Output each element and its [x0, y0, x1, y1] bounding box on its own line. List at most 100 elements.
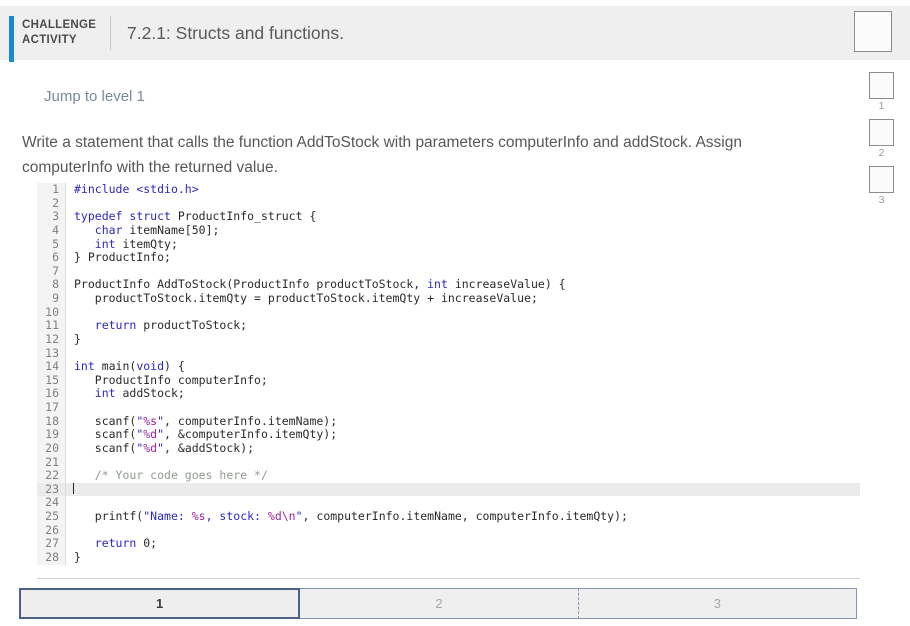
level-tab-1[interactable]: 1 [19, 588, 301, 619]
level-marker[interactable]: 2 [869, 119, 894, 159]
level-tabs: 123 [19, 588, 857, 619]
code-line[interactable]: 20 scanf("%d", &addStock); [37, 441, 860, 456]
header-progress-marker [854, 11, 892, 57]
challenge-activity-header: CHALLENGE ACTIVITY 7.2.1: Structs and fu… [0, 6, 910, 62]
code-line-number: 14 [37, 359, 66, 374]
code-line[interactable]: 2 [37, 196, 860, 211]
code-line-source[interactable] [66, 306, 860, 320]
code-line[interactable]: 13 [37, 346, 860, 361]
code-line[interactable]: 19 scanf("%d", &computerInfo.itemQty); [37, 427, 860, 442]
code-line[interactable]: 11 return productToStock; [37, 318, 860, 333]
code-line-source[interactable]: #include <stdio.h> [66, 183, 860, 197]
code-line-source[interactable]: int itemQty; [66, 237, 860, 252]
code-line-source[interactable]: scanf("%d", &addStock); [66, 441, 860, 456]
code-line[interactable]: 21 [37, 455, 860, 470]
code-line-number: 24 [37, 496, 66, 510]
header-accent-bar [9, 16, 14, 62]
level-marker-number: 1 [878, 100, 885, 112]
code-line-number: 28 [37, 550, 66, 565]
code-line[interactable]: 5 int itemQty; [37, 237, 860, 252]
level-marker[interactable]: 1 [869, 72, 894, 112]
code-line-source[interactable]: ProductInfo AddToStock(ProductInfo produ… [66, 278, 860, 292]
pentagon-banner-icon [869, 166, 894, 193]
code-line-number: 1 [37, 183, 66, 197]
code-line-number: 3 [37, 210, 66, 224]
code-line[interactable]: 14 int main(void) { [37, 359, 860, 374]
code-line-number: 11 [37, 319, 66, 333]
code-line[interactable]: 16 int addStock; [37, 387, 860, 401]
code-line[interactable]: 23 [37, 482, 860, 497]
level-marker[interactable]: 3 [869, 166, 894, 206]
code-line-number: 23 [37, 482, 66, 497]
code-line-source[interactable] [66, 524, 860, 538]
code-line-number: 22 [37, 468, 66, 483]
code-line[interactable]: 27 return 0; [37, 536, 860, 551]
code-line-source[interactable] [66, 496, 860, 510]
code-line[interactable]: 24 [37, 496, 860, 510]
activity-prompt: Write a statement that calls the functio… [22, 134, 742, 176]
code-line-source[interactable]: productToStock.itemQty = productToStock.… [66, 291, 860, 306]
code-line-source[interactable] [66, 456, 860, 470]
code-line-source[interactable]: int addStock; [66, 387, 860, 401]
code-line[interactable]: 10 [37, 305, 860, 320]
code-line-source[interactable] [66, 401, 860, 415]
code-line-source[interactable] [66, 482, 860, 497]
text-cursor [73, 482, 74, 494]
level-tab-3[interactable]: 3 [577, 588, 857, 619]
jump-to-level-link[interactable]: Jump to level 1 [44, 88, 145, 105]
code-line[interactable]: 12} [37, 332, 860, 347]
code-line-number: 12 [37, 332, 66, 347]
code-line[interactable]: 25 printf("Name: %s, stock: %d\n", compu… [37, 509, 860, 524]
code-line-number: 13 [37, 346, 66, 361]
code-line[interactable]: 4 char itemName[50]; [37, 223, 860, 238]
code-editor[interactable]: 1 #include <stdio.h> 2 3 typedef struct Prod… [37, 183, 860, 579]
page-title: 7.2.1: Structs and functions. [127, 22, 344, 43]
code-line-source[interactable] [66, 265, 860, 279]
code-line[interactable]: 8 ProductInfo AddToStock(ProductInfo prod… [37, 278, 860, 292]
level-tab-2[interactable]: 2 [299, 588, 579, 619]
code-line[interactable]: 1 #include <stdio.h> [37, 183, 860, 197]
code-line[interactable]: 7 [37, 264, 860, 279]
code-line-source[interactable] [66, 197, 860, 211]
code-line[interactable]: 9 productToStock.itemQty = productToStoc… [37, 291, 860, 306]
code-line-source[interactable]: int main(void) { [66, 359, 860, 374]
header-divider [110, 16, 111, 50]
activity-type-label: CHALLENGE ACTIVITY [22, 18, 100, 48]
code-line[interactable]: 6} ProductInfo; [37, 250, 860, 265]
code-line-number: 17 [37, 400, 66, 415]
code-line-source[interactable]: } ProductInfo; [66, 250, 860, 265]
code-line-source[interactable]: return productToStock; [66, 318, 860, 333]
code-line[interactable]: 15 ProductInfo computerInfo; [37, 373, 860, 388]
code-line-source[interactable] [66, 347, 860, 361]
code-line-number: 18 [37, 414, 66, 429]
code-line-number: 2 [37, 196, 66, 211]
code-line-source[interactable]: } [66, 550, 860, 565]
code-line-number: 25 [37, 509, 66, 524]
code-line-source[interactable]: ProductInfo computerInfo; [66, 373, 860, 388]
code-line[interactable]: 26 [37, 523, 860, 538]
challenge-activity-page: CHALLENGE ACTIVITY 7.2.1: Structs and fu… [0, 0, 910, 626]
code-line[interactable]: 18 scanf("%s", computerInfo.itemName); [37, 414, 860, 429]
code-line-number: 19 [37, 428, 66, 442]
code-line-number: 15 [37, 373, 66, 388]
code-line-number: 21 [37, 455, 66, 470]
code-line-source[interactable]: scanf("%s", computerInfo.itemName); [66, 414, 860, 429]
code-line[interactable]: 17 [37, 400, 860, 415]
code-line-source[interactable]: return 0; [66, 536, 860, 551]
code-line-source[interactable]: /* Your code goes here */ [66, 468, 860, 483]
code-line-source[interactable]: scanf("%d", &computerInfo.itemQty); [66, 427, 860, 442]
code-line-number: 9 [37, 291, 66, 306]
code-line-number: 7 [37, 264, 66, 279]
code-line-source[interactable]: printf("Name: %s, stock: %d\n", computer… [66, 509, 860, 524]
activity-type-line1: CHALLENGE [22, 19, 97, 31]
code-line-source[interactable]: typedef struct ProductInfo_struct { [66, 209, 860, 224]
code-line-number: 5 [37, 237, 66, 252]
code-line[interactable]: 22 /* Your code goes here */ [37, 468, 860, 483]
code-line[interactable]: 3 typedef struct ProductInfo_struct { [37, 209, 860, 224]
code-line-number: 8 [37, 278, 66, 292]
code-line-source[interactable]: } [66, 332, 860, 347]
code-line[interactable]: 28} [37, 550, 860, 565]
code-line-number: 27 [37, 537, 66, 551]
code-line-source[interactable]: char itemName[50]; [66, 223, 860, 238]
code-editor-bottom-rule [37, 578, 860, 579]
